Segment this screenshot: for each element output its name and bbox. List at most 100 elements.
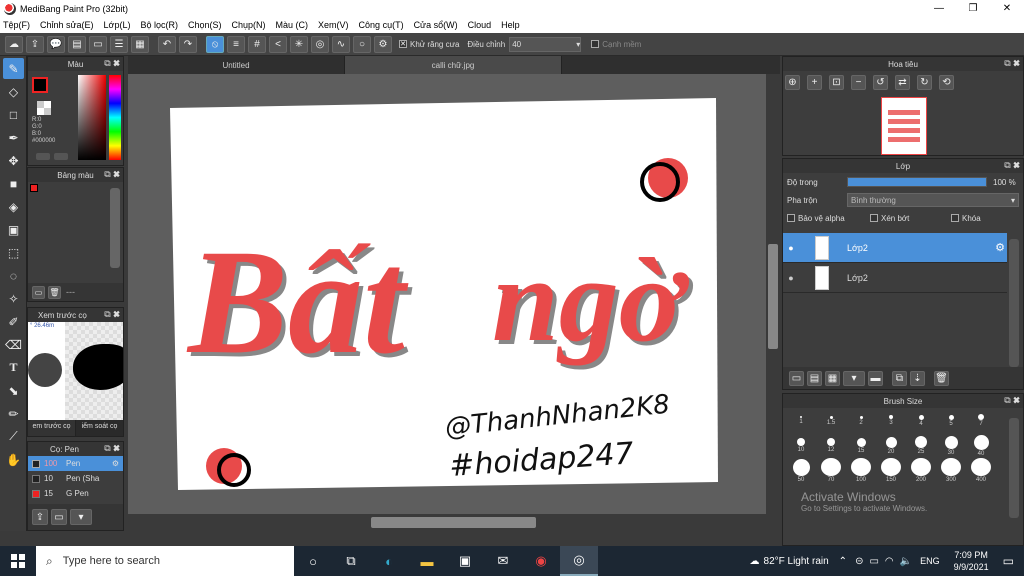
panel-controls-icon[interactable]: ⧉ ✖ <box>104 169 120 180</box>
menu-cloud[interactable]: Cloud <box>468 20 492 30</box>
brush-size-scrollbar[interactable] <box>1009 418 1019 518</box>
brush-tool-icon[interactable]: ✎ <box>3 58 24 79</box>
layer-menu-icon[interactable]: ▾ <box>843 370 865 386</box>
file-explorer-icon[interactable]: ▬ <box>408 546 446 576</box>
canvas-vertical-scrollbar[interactable] <box>766 74 780 514</box>
select-eraser-icon[interactable]: ⌫ <box>3 334 24 355</box>
new-page-icon[interactable]: ▭ <box>32 285 45 299</box>
brush-size-option[interactable]: 15 <box>846 433 876 458</box>
hue-slider[interactable] <box>109 75 121 160</box>
layer-row[interactable]: ● Lớp2 ⚙ <box>783 233 1007 263</box>
curve-snap-icon[interactable]: ∿ <box>332 35 350 53</box>
opacity-slider[interactable] <box>847 177 987 187</box>
clipping-checkbox[interactable] <box>870 214 878 222</box>
bucket-tool-icon[interactable]: ◈ <box>3 196 24 217</box>
blur-tool-icon[interactable]: ✏ <box>3 403 24 424</box>
tab-brush-control[interactable]: iểm soát cọ <box>76 420 123 436</box>
mail-icon[interactable]: ✉ <box>484 546 522 576</box>
reset-view-icon[interactable]: ⟲ <box>939 75 954 90</box>
vanish-snap-icon[interactable]: < <box>269 35 287 53</box>
minimize-button[interactable]: — <box>922 0 956 17</box>
brush-size-option[interactable]: 30 <box>936 433 966 458</box>
navigator-thumbnail[interactable] <box>881 97 927 155</box>
comment-icon[interactable]: 💬 <box>47 35 65 53</box>
menu-snap[interactable]: Chụp(N) <box>232 20 266 30</box>
cortana-icon[interactable]: ○ <box>294 546 332 576</box>
menu-color[interactable]: Màu (C) <box>276 20 309 30</box>
zoom-fit-icon[interactable]: ⊕ <box>785 75 800 90</box>
correction-select[interactable]: 40 ▾ <box>509 36 582 52</box>
brush-size-option[interactable]: 50 <box>786 458 816 483</box>
brush-size-option[interactable]: 3 <box>876 408 906 433</box>
language-indicator[interactable]: ENG <box>920 556 940 566</box>
gear-icon[interactable]: ⚙ <box>112 459 119 468</box>
select-rect-icon[interactable]: ⬚ <box>3 242 24 263</box>
antialias-checkbox[interactable]: ✕ <box>399 40 407 48</box>
merge-layer-icon[interactable]: ⇣ <box>910 370 925 386</box>
protect-alpha-checkbox[interactable] <box>787 214 795 222</box>
brush-size-option[interactable]: 10 <box>786 433 816 458</box>
menu-file[interactable]: Tệp(F) <box>3 20 30 30</box>
panel-controls-icon[interactable]: ⧉ ✖ <box>1004 160 1020 171</box>
tray-chevron-icon[interactable]: ⌃ <box>839 556 847 567</box>
magic-wand-icon[interactable]: ✧ <box>3 288 24 309</box>
close-button[interactable]: ✕ <box>990 0 1024 17</box>
tab-untitled[interactable]: Untitled <box>128 56 345 74</box>
eye-icon[interactable]: ● <box>783 273 799 283</box>
gradient-tool-icon[interactable]: ▣ <box>3 219 24 240</box>
edge-icon[interactable]: ◐ <box>370 546 408 576</box>
palette-scrollbar[interactable] <box>110 188 120 268</box>
trash-icon[interactable]: 🗑 <box>934 370 949 386</box>
main-color-swatch[interactable] <box>32 77 48 93</box>
brush-size-option[interactable]: 300 <box>936 458 966 483</box>
brush-size-option[interactable]: 150 <box>876 458 906 483</box>
text-tool-icon[interactable]: T <box>3 357 24 378</box>
task-view-icon[interactable]: ⧉ <box>332 546 370 576</box>
hand-tool-icon[interactable]: ✋ <box>3 449 24 470</box>
panel-controls-icon[interactable]: ⧉ ✖ <box>1004 395 1020 406</box>
layer-row[interactable]: ● Lớp2 <box>783 263 1007 293</box>
wifi-icon[interactable]: ◠ <box>885 556 894 567</box>
brush-size-option[interactable]: 400 <box>966 458 996 483</box>
brush-size-option[interactable]: 5 <box>936 408 966 433</box>
save-icon[interactable]: ▤ <box>68 35 86 53</box>
brush-size-option[interactable]: 7 <box>966 408 996 433</box>
battery-icon[interactable]: ▭ <box>869 556 878 567</box>
brush-size-option[interactable]: 100 <box>846 458 876 483</box>
horizontal-scroll-thumb[interactable] <box>371 517 536 528</box>
brush-size-option[interactable]: 1.5 <box>816 408 846 433</box>
brush-size-option[interactable]: 25 <box>906 433 936 458</box>
brush-cloud-icon[interactable]: ⇪ <box>32 509 48 525</box>
tab-brush-preview[interactable]: em trước cọ <box>28 420 76 436</box>
vertical-scroll-thumb[interactable] <box>768 244 778 349</box>
grid-icon[interactable]: ▦ <box>131 35 149 53</box>
brush-size-option[interactable]: 2 <box>846 408 876 433</box>
brush-menu-icon[interactable]: ▾ <box>70 509 92 525</box>
eye-icon[interactable]: ● <box>783 243 799 253</box>
lasso-tool-icon[interactable]: ◌ <box>3 265 24 286</box>
saturation-picker[interactable] <box>78 75 106 160</box>
duplicate-layer-icon[interactable]: ⧉ <box>892 370 907 386</box>
pen-tool-icon[interactable]: ✒ <box>3 127 24 148</box>
zoom-out-icon[interactable]: − <box>851 75 866 90</box>
rotate-right-icon[interactable]: ↻ <box>917 75 932 90</box>
cloud-icon[interactable]: ☁ <box>5 35 23 53</box>
ellipse-snap-icon[interactable]: ○ <box>353 35 371 53</box>
menu-view[interactable]: Xem(V) <box>318 20 349 30</box>
canvas-area[interactable]: Bất Bất ngờ ngờ @ThanhNhan2K8 #hoidap247 <box>128 74 766 514</box>
panel-controls-icon[interactable]: ⧉ ✖ <box>1004 58 1020 69</box>
redo-icon[interactable]: ↷ <box>179 35 197 53</box>
brush-size-option[interactable]: 40 <box>966 433 996 458</box>
new-halftone-layer-icon[interactable]: ▤ <box>807 370 822 386</box>
blend-select[interactable]: Bình thường ▾ <box>847 193 1019 207</box>
zoom-in-icon[interactable]: + <box>807 75 822 90</box>
panel-controls-icon[interactable]: ⧉ ✖ <box>104 58 120 69</box>
brush-item[interactable]: 100 Pen ⚙ <box>28 456 123 471</box>
menu-tools[interactable]: Công cụ(T) <box>359 20 404 30</box>
menu-window[interactable]: Cửa sổ(W) <box>414 20 458 30</box>
medibang-taskbar-icon[interactable]: ◎ <box>560 546 598 576</box>
weather-text[interactable]: 82°F Light rain <box>764 556 829 567</box>
gear-icon[interactable]: ⚙ <box>995 241 1005 254</box>
brush-size-option[interactable]: 20 <box>876 433 906 458</box>
new-8bit-layer-icon[interactable]: ▦ <box>825 370 840 386</box>
